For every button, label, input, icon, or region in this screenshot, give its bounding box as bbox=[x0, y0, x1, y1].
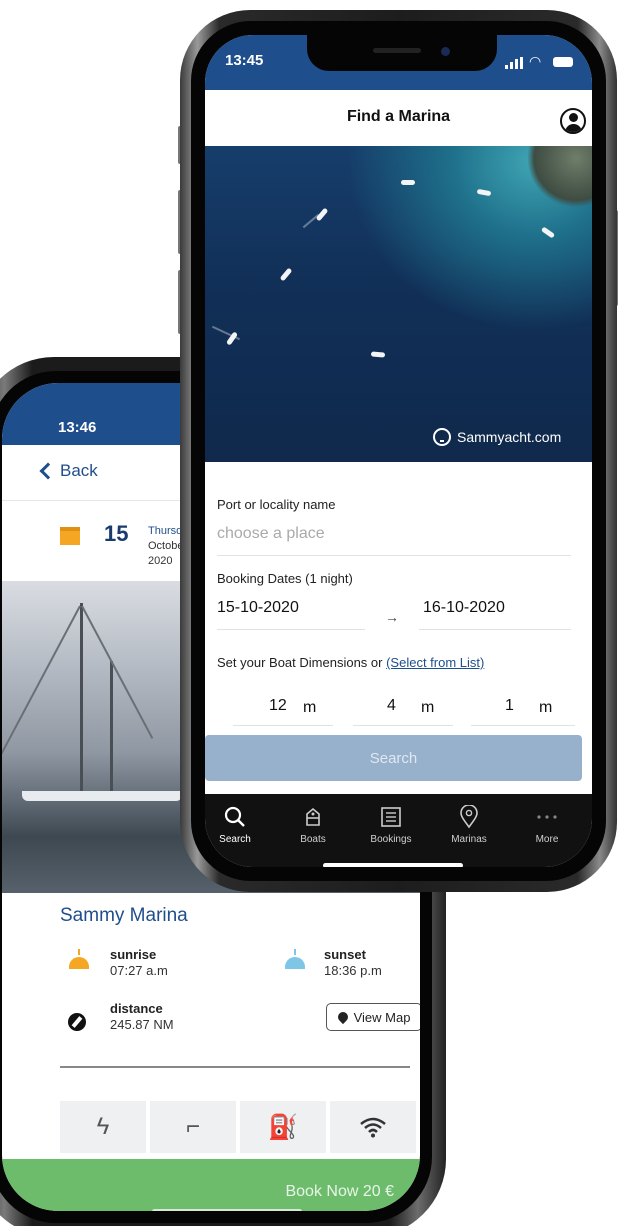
battery-icon bbox=[553, 57, 573, 67]
watermark: Sammyacht.com bbox=[433, 428, 561, 446]
notch bbox=[307, 35, 497, 71]
width-field[interactable]: 4 bbox=[387, 697, 396, 715]
tab-more-label: More bbox=[535, 834, 559, 845]
port-label: Port or locality name bbox=[217, 497, 336, 512]
date-month: Octobe bbox=[148, 540, 184, 552]
marina-name: Sammy Marina bbox=[60, 905, 188, 926]
tab-boats-label: Boats bbox=[300, 834, 326, 845]
wifi-icon bbox=[330, 1101, 416, 1153]
map-pin-icon bbox=[335, 1009, 350, 1025]
search-icon bbox=[205, 802, 273, 832]
boat bbox=[315, 207, 329, 222]
home-indicator bbox=[152, 1209, 302, 1211]
list-icon bbox=[353, 802, 429, 832]
user-profile-icon[interactable] bbox=[560, 108, 586, 134]
sunrise-value: 07:27 a.m bbox=[110, 963, 168, 978]
wifi-status-icon: ◠ bbox=[529, 53, 542, 69]
tab-bar: Search Boats Bookings Marinas More bbox=[205, 794, 592, 867]
date-from-underline bbox=[217, 629, 365, 630]
tab-search[interactable]: Search bbox=[205, 794, 273, 854]
back-button[interactable]: Back bbox=[39, 461, 98, 481]
boat bbox=[540, 226, 556, 239]
dimensions-label: Set your Boat Dimensions or (Select from… bbox=[217, 655, 484, 670]
sailboat-hull bbox=[22, 791, 182, 801]
signal-icon bbox=[505, 57, 525, 69]
dimensions-label-text: Set your Boat Dimensions or bbox=[217, 655, 383, 670]
draft-underline bbox=[471, 725, 575, 726]
date-to-field[interactable]: 16-10-2020 bbox=[423, 599, 505, 617]
page-title: Find a Marina bbox=[346, 108, 451, 125]
tab-marinas-label: Marinas bbox=[451, 834, 487, 845]
status-time: 13:45 bbox=[225, 52, 264, 69]
back-label: Back bbox=[60, 461, 98, 480]
hero-image bbox=[205, 146, 592, 462]
sammyacht-logo-icon bbox=[433, 428, 451, 446]
sunset-value: 18:36 p.m bbox=[324, 963, 382, 978]
sunrise-label: sunrise bbox=[110, 947, 157, 962]
compass-icon bbox=[68, 1013, 86, 1031]
draft-unit: m bbox=[539, 699, 553, 716]
tab-marinas[interactable]: Marinas bbox=[431, 794, 507, 854]
front-phone-bezel: 13:45 ◠ Find a Marina Sammyacht.com Port… bbox=[191, 21, 606, 881]
wifi-icon-svg bbox=[360, 1117, 386, 1138]
view-map-button[interactable]: View Map bbox=[326, 1003, 420, 1031]
home-indicator bbox=[323, 863, 463, 867]
search-button[interactable]: Search bbox=[205, 735, 582, 781]
tab-bookings[interactable]: Bookings bbox=[353, 794, 429, 854]
more-dots-icon bbox=[509, 802, 585, 832]
boat bbox=[370, 351, 386, 358]
water-tap-icon: ⌐ bbox=[150, 1101, 236, 1153]
tab-more[interactable]: More bbox=[509, 794, 585, 854]
date-year: 2020 bbox=[148, 555, 173, 567]
sailboat-rigging bbox=[2, 605, 81, 757]
boat bbox=[476, 188, 492, 197]
sunset-label: sunset bbox=[324, 947, 366, 962]
view-map-label: View Map bbox=[353, 1009, 411, 1025]
tab-search-label: Search bbox=[219, 834, 251, 845]
speaker bbox=[373, 48, 421, 53]
map-pin-icon bbox=[431, 802, 507, 832]
status-time: 13:46 bbox=[58, 419, 97, 436]
sailboat-rigging bbox=[81, 605, 154, 739]
sailboat-mast bbox=[80, 603, 83, 793]
chevron-left-icon bbox=[39, 462, 57, 480]
distance-value: 245.87 NM bbox=[110, 1017, 174, 1032]
distance-label: distance bbox=[110, 1001, 163, 1016]
date-arrow-icon: → bbox=[385, 609, 399, 625]
calendar-icon bbox=[60, 527, 80, 545]
sunset-icon bbox=[278, 949, 312, 973]
date-weekday: Thursd bbox=[148, 525, 183, 537]
camera bbox=[441, 47, 450, 56]
date-from-field[interactable]: 15-10-2020 bbox=[217, 599, 299, 617]
draft-field[interactable]: 1 bbox=[505, 697, 514, 715]
boat-icon bbox=[275, 802, 351, 832]
sailboat-mast bbox=[110, 661, 113, 793]
width-underline bbox=[353, 725, 453, 726]
book-now-button[interactable]: Book Now 20 € bbox=[2, 1159, 420, 1211]
find-marina-screen: 13:45 ◠ Find a Marina Sammyacht.com Port… bbox=[205, 35, 592, 867]
select-from-list-link[interactable]: (Select from List) bbox=[386, 655, 484, 670]
booking-dates-label: Booking Dates (1 night) bbox=[217, 571, 353, 586]
tab-bookings-label: Bookings bbox=[370, 834, 412, 845]
length-underline bbox=[233, 725, 333, 726]
sunrise-icon bbox=[62, 949, 96, 973]
electricity-icon: ϟ bbox=[60, 1101, 146, 1153]
island bbox=[527, 146, 592, 208]
date-day: 15 bbox=[104, 521, 129, 546]
divider bbox=[60, 1066, 410, 1068]
boat bbox=[279, 267, 293, 282]
port-input-underline bbox=[217, 555, 571, 556]
watermark-text: Sammyacht.com bbox=[457, 429, 562, 445]
length-unit: m bbox=[303, 699, 317, 716]
fuel-pump-icon: ⛽ bbox=[240, 1101, 326, 1153]
boat bbox=[401, 180, 415, 185]
width-unit: m bbox=[421, 699, 435, 716]
length-field[interactable]: 12 bbox=[269, 697, 287, 715]
tab-boats[interactable]: Boats bbox=[275, 794, 351, 854]
date-to-underline bbox=[419, 629, 571, 630]
port-input[interactable]: choose a place bbox=[217, 525, 325, 543]
front-phone: 13:45 ◠ Find a Marina Sammyacht.com Port… bbox=[180, 10, 617, 892]
